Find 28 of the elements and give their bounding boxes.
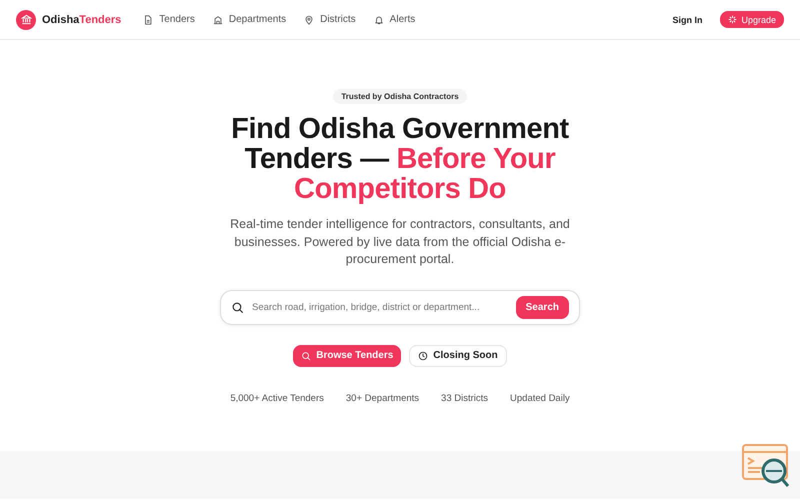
search-field[interactable]: Search road, irrigation, bridge, district or department... Search <box>220 290 580 324</box>
trust-badge: Trusted by Odisha Contractors <box>333 89 467 104</box>
filter-button[interactable]: Closing Soon <box>409 344 507 366</box>
clock-icon <box>418 350 428 360</box>
stat-label: 30+ Departments <box>346 392 420 404</box>
hero-subtitle: Real-time tender intelligence for contractors, consultants, and businesses. Powered by live data from the official Odisha e-procurement portal. <box>230 216 570 268</box>
stat-label: Updated Daily <box>510 392 570 404</box>
nav-link[interactable]: Districts <box>304 14 356 24</box>
building-icon <box>212 14 223 24</box>
stat-label: 5,000+ Active Tenders <box>230 392 324 404</box>
bell-icon <box>374 14 384 24</box>
nav-link[interactable]: Tenders <box>143 14 195 24</box>
search-window-icon[interactable] <box>742 444 790 488</box>
browse-button[interactable]: Browse Tenders <box>293 344 402 366</box>
upgrade-button[interactable]: Upgrade <box>720 11 784 28</box>
location-pin-icon <box>304 14 314 24</box>
search-icon <box>301 350 312 360</box>
brand-name[interactable]: OdishaTenders <box>42 14 122 26</box>
stat-label: 33 Districts <box>441 392 488 404</box>
sign-in-link[interactable]: Sign In <box>666 14 708 26</box>
bank-logo-icon[interactable] <box>16 10 36 30</box>
nav-link[interactable]: Departments <box>212 14 286 24</box>
sparkle-icon <box>728 15 738 24</box>
nav-link[interactable]: Alerts <box>374 14 416 24</box>
search-icon <box>231 300 244 314</box>
document-icon <box>143 14 154 24</box>
hero-title: Find Odisha Government Tenders — Before Your Competitors Do <box>230 114 570 204</box>
search-button[interactable]: Search <box>516 296 569 318</box>
